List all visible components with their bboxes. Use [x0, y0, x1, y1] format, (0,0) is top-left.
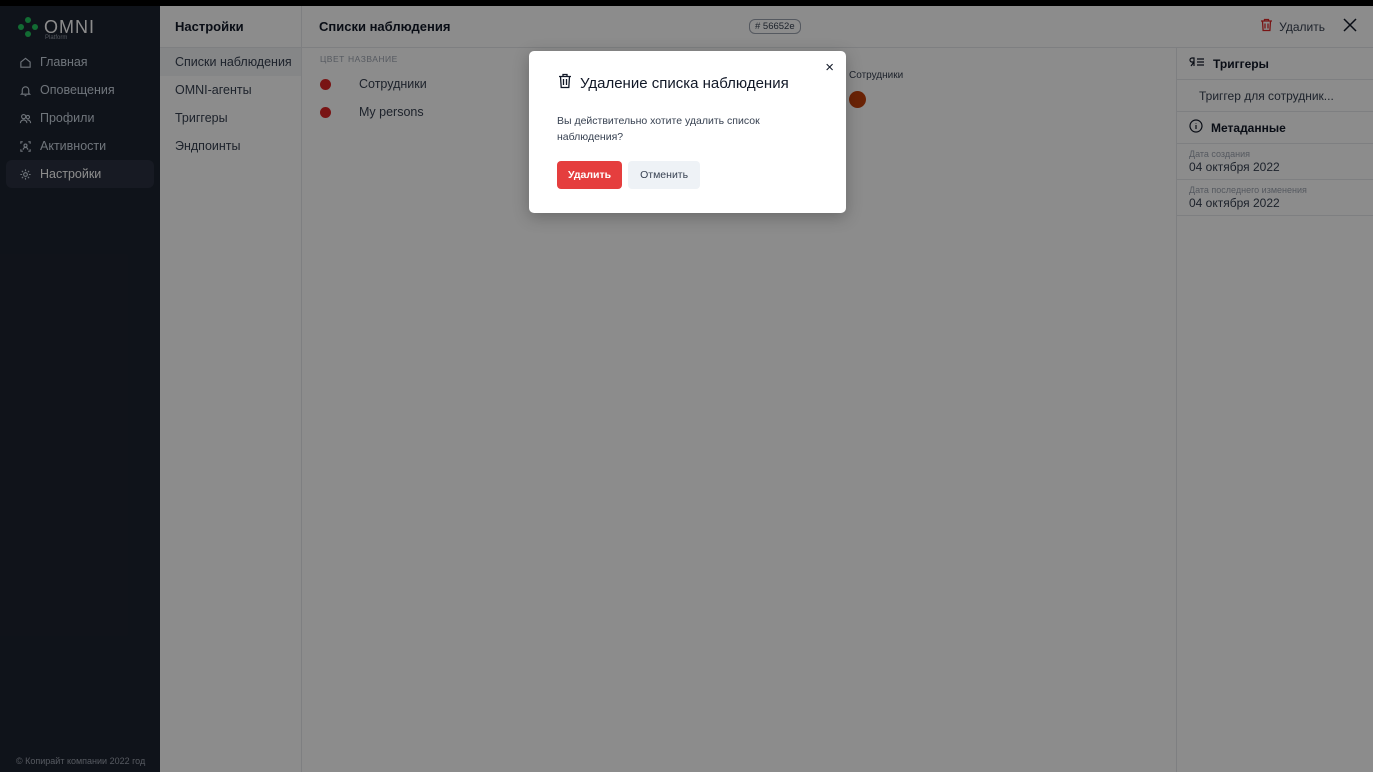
delete-confirm-dialog: × Удаление списка наблюдения Вы действит… [529, 51, 846, 213]
dialog-message: Вы действительно хотите удалить список н… [557, 115, 760, 143]
cancel-button[interactable]: Отменить [628, 161, 701, 189]
dialog-title-row: Удаление списка наблюдения [558, 73, 789, 93]
trash-icon [558, 73, 572, 93]
confirm-delete-button[interactable]: Удалить [557, 161, 623, 189]
dialog-actions: Удалить Отменить [557, 161, 701, 189]
dialog-close-icon[interactable]: × [825, 59, 834, 76]
dialog-title: Удаление списка наблюдения [580, 74, 789, 92]
